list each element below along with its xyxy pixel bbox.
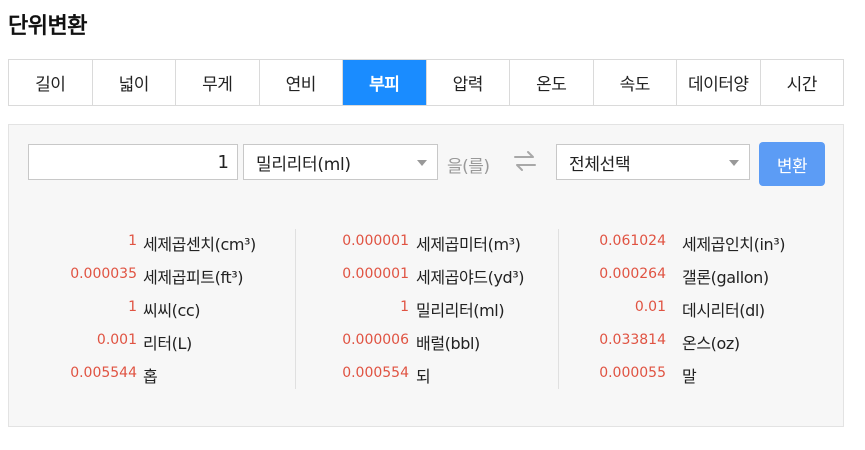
page-title: 단위변환 — [8, 14, 87, 39]
tab-pressure[interactable]: 압력 — [427, 60, 510, 105]
particle-label: 을(를) — [447, 157, 490, 177]
result-value: 0.033814 — [599, 332, 666, 348]
result-value: 1 — [128, 299, 137, 315]
tab-data-amount[interactable]: 데이터양 — [677, 60, 761, 105]
result-value: 0.061024 — [599, 233, 666, 249]
result-value: 1 — [400, 299, 409, 315]
result-unit: 밀리리터(ml) — [416, 301, 505, 320]
converter-panel: 밀리리터(ml) 을(를) 전체선택 변환 1 세제곱센치(cm³) 0.0000… — [8, 124, 844, 427]
value-input[interactable] — [28, 144, 238, 180]
chevron-down-icon — [729, 160, 739, 166]
result-value: 0.000554 — [342, 365, 409, 381]
result-row: 0.005544 홉 — [9, 361, 269, 394]
result-row: 0.000006 배럴(bbl) — [296, 328, 555, 361]
tab-area[interactable]: 넓이 — [93, 60, 176, 105]
result-row: 0.000264 갤론(gallon) — [559, 262, 818, 295]
result-row: 1 밀리리터(ml) — [296, 295, 555, 328]
result-unit: 갤론(gallon) — [682, 268, 769, 287]
tab-volume[interactable]: 부피 — [343, 60, 427, 105]
results-column-3: 0.061024 세제곱인치(in³) 0.000264 갤론(gallon) 0.… — [558, 229, 818, 389]
result-row: 0.061024 세제곱인치(in³) — [559, 229, 818, 262]
swap-arrows-icon[interactable] — [513, 150, 537, 172]
results-column-1: 1 세제곱센치(cm³) 0.000035 세제곱피트(ft³) 1 씨씨(cc) 0… — [9, 229, 269, 394]
result-row: 0.033814 온스(oz) — [559, 328, 818, 361]
result-row: 0.000001 세제곱미터(m³) — [296, 229, 555, 262]
result-value: 0.000264 — [599, 266, 666, 282]
result-row: 0.001 리터(L) — [9, 328, 269, 361]
result-value: 1 — [128, 233, 137, 249]
result-row: 0.01 데시리터(dl) — [559, 295, 818, 328]
results-column-2: 0.000001 세제곱미터(m³) 0.000001 세제곱야드(yd³) 1 밀리… — [295, 229, 555, 389]
tab-temperature[interactable]: 온도 — [510, 60, 594, 105]
result-value: 0.000055 — [599, 365, 666, 381]
result-unit: 데시리터(dl) — [682, 301, 765, 320]
tab-speed[interactable]: 속도 — [594, 60, 677, 105]
result-unit: 세제곱센치(cm³) — [143, 235, 256, 254]
to-unit-label: 전체선택 — [569, 154, 631, 175]
result-unit: 홉 — [143, 367, 158, 386]
to-unit-select[interactable]: 전체선택 — [556, 144, 750, 180]
result-unit: 온스(oz) — [682, 334, 740, 353]
tab-time[interactable]: 시간 — [761, 60, 844, 105]
result-unit: 세제곱야드(yd³) — [416, 268, 525, 287]
result-row: 0.000055 말 — [559, 361, 818, 394]
convert-button[interactable]: 변환 — [759, 142, 825, 186]
tab-fuel-efficiency[interactable]: 연비 — [260, 60, 343, 105]
result-row: 1 세제곱센치(cm³) — [9, 229, 269, 262]
result-value: 0.000006 — [342, 332, 409, 348]
result-row: 1 씨씨(cc) — [9, 295, 269, 328]
result-row: 0.000001 세제곱야드(yd³) — [296, 262, 555, 295]
result-unit: 세제곱피트(ft³) — [143, 268, 244, 287]
result-value: 0.000001 — [342, 266, 409, 282]
result-unit: 리터(L) — [143, 334, 192, 353]
result-value: 0.000035 — [70, 266, 137, 282]
unit-category-tabs: 길이 넓이 무게 연비 부피 압력 온도 속도 데이터양 시간 — [8, 59, 844, 106]
result-unit: 배럴(bbl) — [416, 334, 480, 353]
tab-weight[interactable]: 무게 — [176, 60, 260, 105]
result-row: 0.000035 세제곱피트(ft³) — [9, 262, 269, 295]
from-unit-label: 밀리리터(ml) — [256, 154, 351, 175]
result-unit: 세제곱미터(m³) — [416, 235, 521, 254]
result-value: 0.01 — [634, 299, 666, 315]
result-value: 0.000001 — [342, 233, 409, 249]
result-row: 0.000554 되 — [296, 361, 555, 394]
result-value: 0.001 — [96, 332, 137, 348]
result-unit: 세제곱인치(in³) — [682, 235, 786, 254]
chevron-down-icon — [417, 160, 427, 166]
result-value: 0.005544 — [70, 365, 137, 381]
from-unit-select[interactable]: 밀리리터(ml) — [243, 144, 438, 180]
result-unit: 말 — [682, 367, 697, 386]
result-unit: 되 — [416, 367, 431, 386]
result-unit: 씨씨(cc) — [143, 301, 201, 320]
tab-length[interactable]: 길이 — [9, 60, 93, 105]
